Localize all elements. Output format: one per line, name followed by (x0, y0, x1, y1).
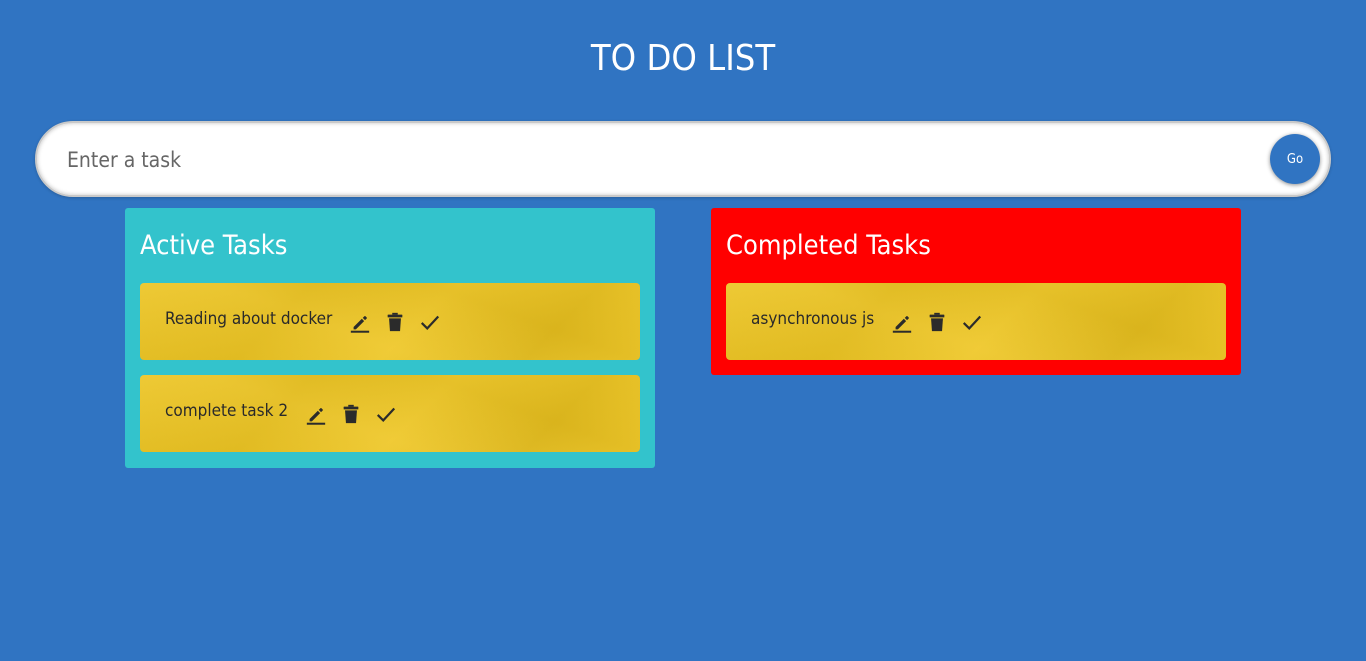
edit-button[interactable] (348, 310, 372, 334)
go-button[interactable]: Go (1270, 134, 1320, 184)
task-entry-bar: Go (35, 121, 1331, 197)
trash-icon (387, 312, 403, 331)
task-text: complete task 2 (165, 400, 289, 421)
edit-button[interactable] (304, 402, 328, 426)
check-icon (377, 407, 396, 422)
completed-tasks-panel: Completed Tasks asynchronous js (711, 208, 1241, 375)
trash-icon (343, 404, 359, 423)
complete-button[interactable] (374, 402, 398, 426)
task-card: complete task 2 (140, 375, 640, 452)
delete-button[interactable] (383, 310, 407, 334)
complete-button[interactable] (418, 310, 442, 334)
pencil-icon (306, 407, 326, 425)
completed-tasks-title: Completed Tasks (726, 230, 931, 261)
task-card: Reading about docker (140, 283, 640, 360)
pencil-icon (893, 315, 912, 333)
page-title: TO DO LIST (590, 38, 776, 79)
trash-icon (929, 312, 945, 331)
delete-button[interactable] (339, 402, 363, 426)
check-icon (421, 315, 440, 330)
task-text: Reading about docker (165, 308, 333, 329)
complete-button[interactable] (960, 310, 984, 334)
todo-app: TO DO LIST Go Active Tasks Reading about… (0, 0, 1366, 661)
active-tasks-panel: Active Tasks Reading about docker comple… (125, 208, 655, 468)
pencil-icon (351, 315, 370, 333)
task-input[interactable] (65, 137, 1259, 183)
delete-button[interactable] (925, 310, 949, 334)
task-card: asynchronous js (726, 283, 1226, 360)
active-tasks-title: Active Tasks (140, 230, 288, 261)
edit-button[interactable] (890, 310, 914, 334)
task-text: asynchronous js (751, 308, 875, 329)
check-icon (963, 315, 982, 330)
